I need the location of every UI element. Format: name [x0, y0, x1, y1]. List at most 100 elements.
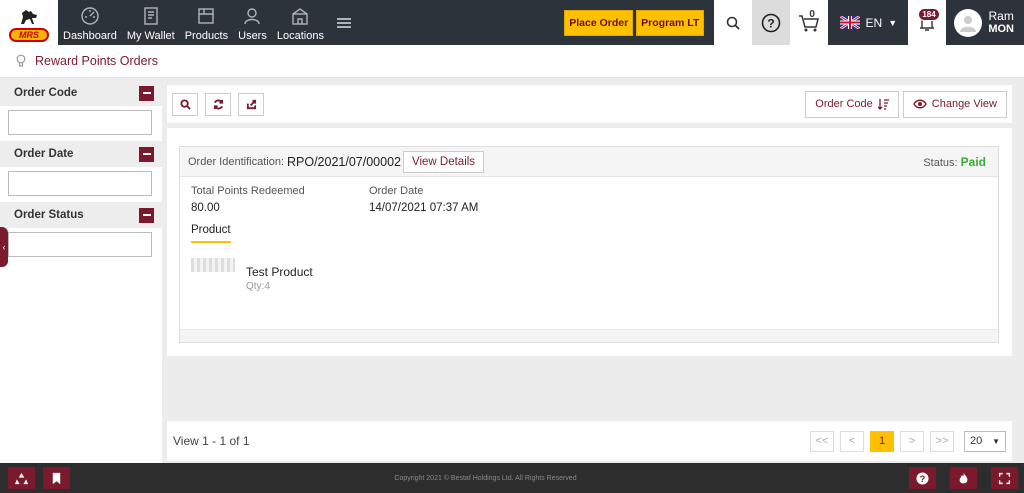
first-page-button[interactable]: <<	[810, 430, 834, 452]
search-icon	[179, 98, 191, 110]
products-icon	[198, 8, 215, 24]
minus-icon	[142, 153, 151, 155]
filter-order-status-header: Order Status	[0, 202, 162, 228]
nav-locations-label: Locations	[276, 30, 324, 42]
pagination-bar: View 1 - 1 of 1 << < 1 > >> 20 ▼	[167, 421, 1012, 461]
bookmark-button[interactable]	[43, 467, 70, 489]
sort-desc-icon	[877, 99, 889, 110]
locations-icon	[292, 8, 309, 25]
user-menu[interactable]: Ram MON	[946, 0, 1024, 45]
eye-icon	[912, 99, 927, 109]
help-footer-button[interactable]: ?	[909, 467, 936, 489]
place-order-button[interactable]: Place Order	[564, 9, 634, 36]
help-icon: ?	[762, 13, 781, 32]
points-label: Total Points Redeemed	[191, 185, 305, 197]
search-button[interactable]	[714, 0, 753, 45]
order-card: Order Identification: RPO/2021/07/00002 …	[179, 146, 999, 343]
avatar	[954, 8, 983, 37]
wallet-icon	[144, 7, 158, 25]
order-date-value: 14/07/2021 07:37 AM	[369, 202, 479, 214]
language-label: EN	[865, 15, 883, 30]
flame-icon	[959, 472, 968, 483]
logo-text: MRS	[9, 27, 49, 42]
bookmark-icon	[52, 472, 61, 484]
filter-order-status-label: Order Status	[14, 209, 84, 221]
view-details-button[interactable]: View Details	[402, 150, 485, 173]
lightbulb-icon	[16, 54, 26, 67]
toolbar: Order Code Change View	[167, 85, 1012, 123]
order-list: Order Identification: RPO/2021/07/00002 …	[167, 128, 1012, 356]
language-selector[interactable]: EN ▼	[828, 0, 908, 45]
nav-locations[interactable]: Locations	[272, 0, 329, 45]
change-view-button[interactable]: Change View	[902, 90, 1007, 118]
uk-flag-icon	[839, 16, 860, 29]
hamburger-menu-icon[interactable]	[329, 0, 359, 45]
export-icon	[246, 99, 256, 109]
chevron-down-icon: ▼	[992, 436, 1000, 446]
nav-users[interactable]: Users	[233, 0, 272, 45]
order-status: Status: Paid	[923, 155, 986, 169]
svg-text:?: ?	[768, 16, 775, 30]
order-id: RPO/2021/07/00002	[287, 154, 401, 169]
order-id-label: Order Identification:	[188, 155, 284, 168]
last-page-button[interactable]: >>	[930, 430, 954, 452]
next-page-button[interactable]: >	[900, 430, 924, 452]
status-label: Status:	[923, 156, 958, 169]
status-value: Paid	[960, 154, 986, 169]
cart-button[interactable]: 0	[790, 0, 829, 45]
order-date-label: Order Date	[369, 185, 424, 197]
order-card-body: Total Points Redeemed 80.00 Order Date 1…	[180, 177, 998, 329]
help-button[interactable]: ?	[752, 0, 791, 45]
user-subtitle: MON	[988, 22, 1014, 35]
breadcrumb: Reward Points Orders	[0, 45, 1024, 78]
collapse-order-code-button[interactable]	[139, 85, 154, 101]
order-date-input[interactable]	[8, 171, 152, 196]
flame-button[interactable]	[950, 467, 977, 489]
horse-icon	[21, 9, 37, 24]
nav-products[interactable]: Products	[180, 0, 233, 45]
recycle-button[interactable]	[8, 467, 35, 489]
nav-my-wallet-label: My Wallet	[126, 30, 175, 42]
collapse-order-date-button[interactable]	[139, 146, 154, 162]
order-card-header: Order Identification: RPO/2021/07/00002 …	[180, 147, 998, 177]
export-button[interactable]	[238, 92, 264, 116]
chevron-down-icon: ▼	[888, 17, 898, 28]
filter-order-code-header: Order Code	[0, 80, 162, 106]
fullscreen-button[interactable]	[991, 467, 1018, 489]
sort-order-code-button[interactable]: Order Code	[805, 90, 899, 118]
product-tab[interactable]: Product	[191, 224, 231, 243]
search-toolbar-button[interactable]	[172, 92, 198, 116]
dashboard-icon	[81, 7, 99, 25]
filter-order-date-header: Order Date	[0, 141, 162, 167]
refresh-icon	[213, 99, 223, 109]
pager-summary: View 1 - 1 of 1	[173, 434, 250, 448]
collapse-order-status-button[interactable]	[139, 207, 154, 223]
users-icon	[244, 8, 261, 25]
product-image	[191, 258, 235, 272]
chevron-left-icon: ‹	[2, 242, 6, 252]
logo[interactable]: MRS	[0, 0, 58, 45]
order-card-footer	[180, 329, 998, 342]
page-1-button[interactable]: 1	[870, 430, 894, 452]
minus-icon	[142, 214, 151, 216]
nav-products-label: Products	[184, 30, 229, 42]
sidebar-toggle[interactable]: ‹	[0, 227, 8, 267]
refresh-button[interactable]	[205, 92, 231, 116]
page-size-select[interactable]: 20 ▼	[964, 430, 1006, 452]
page-title: Reward Points Orders	[35, 54, 158, 68]
order-status-input[interactable]	[8, 232, 152, 257]
cart-count: 0	[809, 9, 815, 20]
nav-my-wallet[interactable]: My Wallet	[122, 0, 180, 45]
svg-text:?: ?	[920, 474, 926, 484]
order-code-input[interactable]	[8, 110, 152, 135]
prev-page-button[interactable]: <	[840, 430, 864, 452]
sort-label: Order Code	[815, 98, 873, 110]
minus-icon	[142, 92, 151, 94]
nav-dashboard[interactable]: Dashboard	[58, 0, 122, 45]
program-lt-button[interactable]: Program LT	[636, 9, 705, 36]
notifications-button[interactable]: 184	[908, 0, 947, 45]
search-icon	[727, 16, 740, 30]
copyright-text: Copyright 2021 © Bestaf Holdings Ltd. Al…	[394, 474, 577, 482]
change-view-label: Change View	[931, 98, 997, 110]
points-value: 80.00	[191, 202, 220, 214]
